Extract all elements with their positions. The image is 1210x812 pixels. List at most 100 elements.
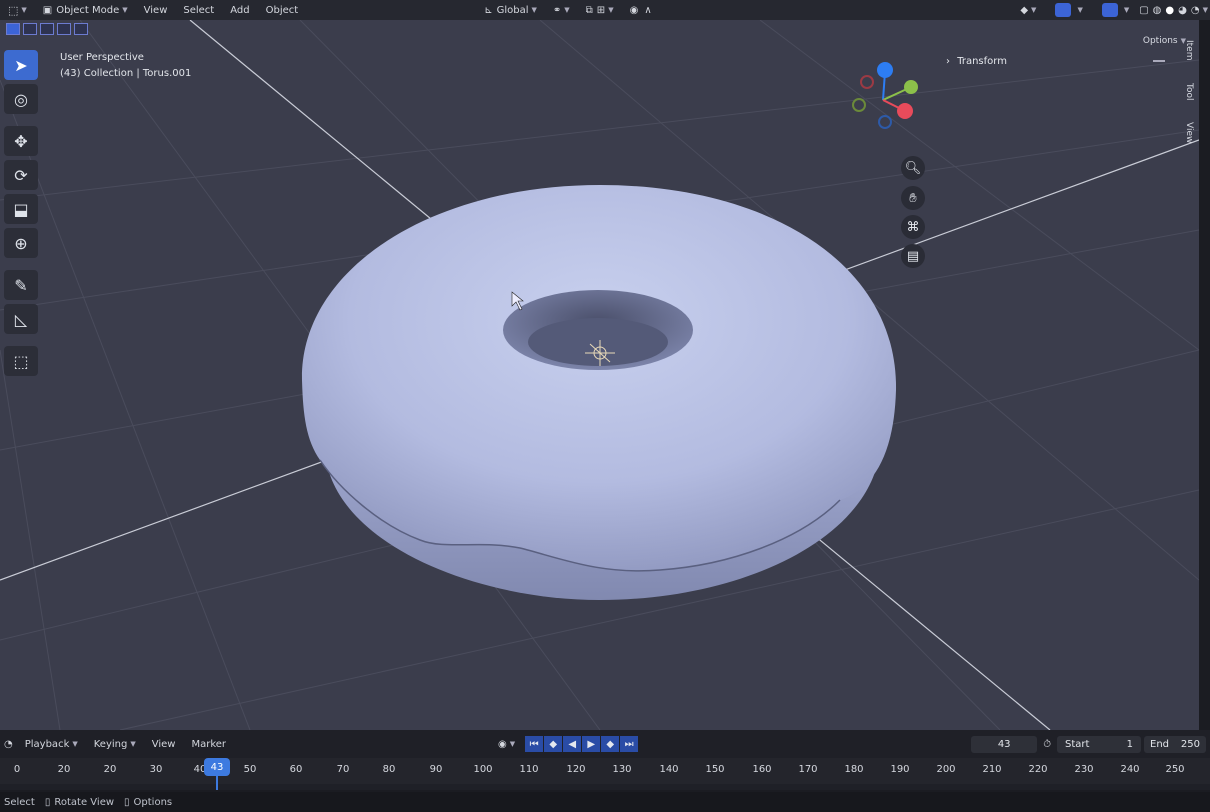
select-box-tool[interactable]: ➤ [4, 50, 38, 80]
cursor-arrow-icon: ➤ [14, 55, 28, 75]
overlay-icon [1101, 3, 1118, 17]
menu-add[interactable]: Add [222, 0, 257, 20]
timeline-header: ◔ Playback ▼ Keying ▼ View Marker ◉ ▼ ⏮ ◆ ◀… [0, 733, 1210, 755]
current-frame-indicator[interactable]: 43 [204, 758, 230, 776]
shading-wireframe-icon: ◍ [1152, 4, 1162, 16]
menu-timeline-view[interactable]: View [144, 734, 184, 754]
current-frame-value: 43 [997, 738, 1011, 750]
select-subtract-button[interactable] [40, 23, 54, 35]
menu-object[interactable]: Object [258, 0, 307, 20]
scale-tool[interactable]: ⬓ [4, 194, 38, 224]
menu-select[interactable]: Select [175, 0, 222, 20]
gizmo-toggle[interactable]: ▼ [1044, 0, 1090, 20]
view-name: User Perspective [60, 52, 144, 63]
xray-toggle[interactable]: ▢ [1137, 0, 1150, 20]
tab-item[interactable]: Item [1184, 40, 1194, 61]
ruler-tick: 100 [473, 764, 493, 775]
sidebar-tabs: Item Tool View [1180, 40, 1198, 143]
mode-dropdown[interactable]: ▣ Object Mode ▼ [35, 0, 136, 20]
donut-icing [301, 185, 897, 571]
frame-ruler[interactable]: 0 20 20 30 40 50 60 70 80 90 100 110 120… [0, 758, 1210, 784]
chevron-down-icon: ▼ [608, 6, 614, 14]
select-invert-button[interactable] [57, 23, 71, 35]
camera-view-button[interactable]: ⌘ [901, 215, 925, 239]
shading-wireframe-button[interactable]: ◍ [1151, 0, 1164, 20]
tool-shelf: ➤ ◎ ✥ ⟳ ⬓ ⊕ ✎ ◺ ⬚ [4, 50, 40, 376]
pivot-dropdown[interactable]: ⚭ ▼ [545, 0, 578, 20]
annotate-tool[interactable]: ✎ [4, 270, 38, 300]
timeline-editor-type[interactable]: ◔ [0, 734, 17, 754]
visibility-icon: ◆ [1020, 4, 1029, 16]
perspective-toggle[interactable]: ▤ [901, 244, 925, 268]
transform-tool[interactable]: ⊕ [4, 228, 38, 258]
shading-solid-button[interactable]: ● [1163, 0, 1176, 20]
timeline-editor: ◔ Playback ▼ Keying ▼ View Marker ◉ ▼ ⏮ ◆ ◀… [0, 730, 1210, 790]
axis-gizmo[interactable] [845, 60, 925, 140]
move-tool[interactable]: ✥ [4, 126, 38, 156]
chevron-down-icon: ▼ [1031, 6, 1037, 14]
auto-keying-toggle[interactable]: ◉ ▼ [494, 734, 519, 754]
current-frame-field[interactable]: 43 [971, 735, 1038, 753]
falloff-icon: ∧ [644, 4, 652, 16]
ruler-tick: 230 [1074, 764, 1094, 775]
tab-tool[interactable]: Tool [1184, 83, 1194, 100]
zoom-button[interactable]: 🔍︎ [901, 156, 925, 180]
tab-view[interactable]: View [1184, 122, 1194, 143]
ruler-tick: 210 [982, 764, 1002, 775]
jump-keyframe-back-button[interactable]: ◆ [544, 736, 563, 752]
editor-type-button[interactable]: ⬚ ▼ [0, 0, 35, 20]
current-frame-indicator-label: 43 [210, 761, 224, 773]
jump-keyframe-forward-button[interactable]: ◆ [601, 736, 620, 752]
rotate-tool[interactable]: ⟳ [4, 160, 38, 190]
play-reverse-button[interactable]: ◀ [563, 736, 582, 752]
overlay-toggle[interactable]: ▼ [1091, 0, 1137, 20]
menu-keying-label: Keying [93, 738, 128, 750]
camera-icon: ⌘ [906, 219, 920, 235]
transform-orientation-dropdown[interactable]: ⊾ Global ▼ [476, 0, 545, 20]
proportional-edit-toggle[interactable]: ◉ ∧ [622, 0, 660, 20]
chevron-down-icon: ▼ [509, 740, 516, 748]
menu-keying[interactable]: Keying ▼ [86, 734, 144, 754]
play-button[interactable]: ▶ [582, 736, 601, 752]
select-intersect-button[interactable] [74, 23, 88, 35]
add-cube-tool[interactable]: ⬚ [4, 346, 38, 376]
preview-range-toggle[interactable]: ⏱ [1037, 734, 1057, 754]
grid-icon: ▤ [906, 248, 920, 264]
status-rotate-view: Rotate View [54, 796, 115, 808]
measure-icon: ◺ [14, 309, 28, 329]
end-frame-field[interactable]: End 250 [1144, 735, 1206, 753]
pivot-icon: ⚭ [552, 4, 562, 16]
menu-view[interactable]: View [136, 0, 176, 20]
end-label: End [1150, 738, 1170, 750]
menu-playback[interactable]: Playback ▼ [17, 734, 86, 754]
select-new-button[interactable] [6, 23, 20, 35]
cursor-tool[interactable]: ◎ [4, 84, 38, 114]
pan-button[interactable]: ✋︎ [901, 186, 925, 210]
3d-viewport[interactable]: User Perspective (43) Collection | Torus… [0, 20, 1199, 730]
chevron-down-icon: ▼ [21, 6, 27, 14]
navigation-gizmo[interactable]: 🔍︎ ✋︎ ⌘ ▤ [845, 60, 925, 268]
playhead[interactable] [216, 776, 218, 790]
mouse-icon: ▯ [124, 796, 130, 808]
measure-tool[interactable]: ◺ [4, 304, 38, 334]
chevron-right-icon: › [946, 56, 950, 67]
start-frame-field[interactable]: Start 1 [1057, 735, 1141, 753]
ruler-tick: 130 [612, 764, 632, 775]
ruler-tick: 240 [1120, 764, 1140, 775]
blender-window: { "header": { "mode": "Object Mode", "me… [0, 0, 1210, 812]
jump-start-button[interactable]: ⏮ [525, 736, 544, 752]
transform-panel-header[interactable]: › Transform [946, 56, 1007, 67]
ruler-tick: 80 [382, 764, 396, 775]
ruler-tick: 180 [844, 764, 864, 775]
jump-end-button[interactable]: ⏭ [620, 736, 639, 752]
ruler-tick: 150 [705, 764, 725, 775]
snap-toggle[interactable]: ⧉ ⊞ ▼ [578, 0, 622, 20]
ruler-tick: 190 [890, 764, 910, 775]
shading-rendered-button[interactable]: ◔ ▼ [1189, 0, 1210, 20]
ruler-tick: 120 [566, 764, 586, 775]
select-extend-button[interactable] [23, 23, 37, 35]
visibility-dropdown[interactable]: ◆ ▼ [1012, 0, 1044, 20]
menu-marker[interactable]: Marker [183, 734, 234, 754]
shading-material-button[interactable]: ◕ [1176, 0, 1189, 20]
panel-drag-handle[interactable] [1153, 60, 1165, 62]
